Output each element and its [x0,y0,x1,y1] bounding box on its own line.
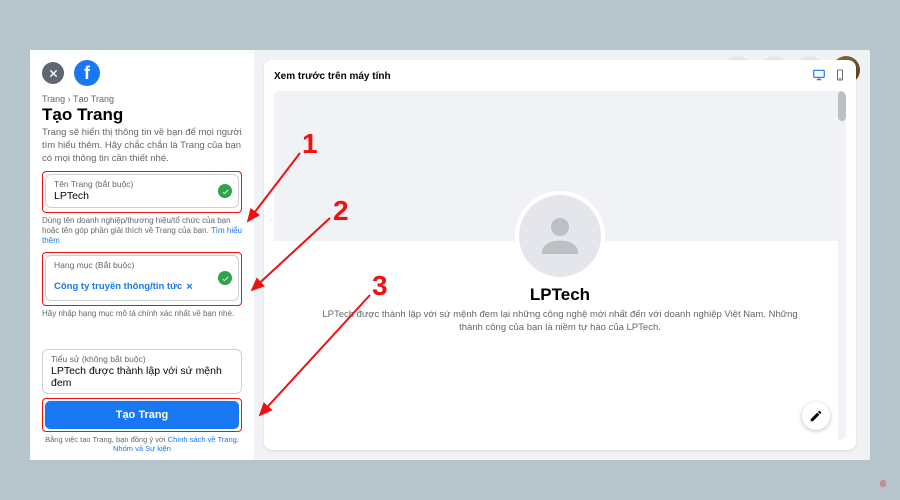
category-chip[interactable]: Công ty truyền thông/tin tức × [54,281,193,293]
category-chip-label: Công ty truyền thông/tin tức [54,281,182,292]
category-label: Hạng mục (Bắt buộc) [54,260,230,270]
app-window: f Trang › Tạo Trang Tạo Trang Trang sẽ h… [30,50,870,460]
policy-text: Bằng việc tạo Trang, bạn đồng ý với Chín… [42,435,242,455]
breadcrumb: Trang › Tạo Trang [42,94,242,104]
preview-area: Xem trước trên máy tính LPTech LPTech đư… [254,50,870,460]
page-title: Tạo Trang [42,105,242,125]
annotation-number-3: 3 [372,270,388,302]
page-name-field[interactable]: Tên Trang (bắt buộc) LPTech [45,174,239,208]
category-field[interactable]: Hạng mục (Bắt buộc) Công ty truyền thông… [45,255,239,301]
preview-title: Xem trước trên máy tính [274,71,391,82]
preview-body: LPTech LPTech được thành lập với sứ mệnh… [274,91,846,440]
category-hint: Hãy nhập hạng mục mô tả chính xác nhất v… [42,309,242,319]
page-name-value: LPTech [54,190,230,202]
facebook-logo-icon[interactable]: f [74,60,100,86]
page-name-hint: Dùng tên doanh nghiệp/thương hiệu/tổ chứ… [42,216,242,246]
annotation-box-1: Tên Trang (bắt buộc) LPTech [42,171,242,213]
annotation-number-2: 2 [333,195,349,227]
profile-photo-placeholder [515,191,605,281]
check-icon [218,271,232,285]
preview-page-bio: LPTech được thành lập với sứ mệnh đem lạ… [274,308,846,335]
desktop-preview-icon[interactable] [812,68,826,85]
preview-card: Xem trước trên máy tính LPTech LPTech đư… [264,60,856,450]
annotation-box-2: Hạng mục (Bắt buộc) Công ty truyền thông… [42,252,242,306]
close-icon[interactable] [42,62,64,84]
check-icon [218,184,232,198]
mobile-preview-icon[interactable] [834,68,846,85]
create-page-button[interactable]: Tạo Trang [45,401,239,429]
bio-label: Tiểu sử (không bắt buộc) [51,354,233,364]
watermark [878,478,888,490]
scrollbar-thumb[interactable] [838,91,846,121]
page-name-label: Tên Trang (bắt buộc) [54,179,230,189]
chip-remove-icon[interactable]: × [186,281,192,293]
bio-field[interactable]: Tiểu sử (không bắt buộc) LPTech được thà… [42,349,242,394]
edit-button[interactable] [802,402,830,430]
page-description: Trang sẽ hiển thị thông tin về bạn để mọ… [42,127,242,165]
annotation-number-1: 1 [302,128,318,160]
create-page-sidebar: f Trang › Tạo Trang Tạo Trang Trang sẽ h… [30,50,254,460]
annotation-box-3: Tạo Trang [42,398,242,432]
bio-value: LPTech được thành lập với sứ mệnh đem [51,365,233,389]
preview-page-name: LPTech [274,285,846,305]
